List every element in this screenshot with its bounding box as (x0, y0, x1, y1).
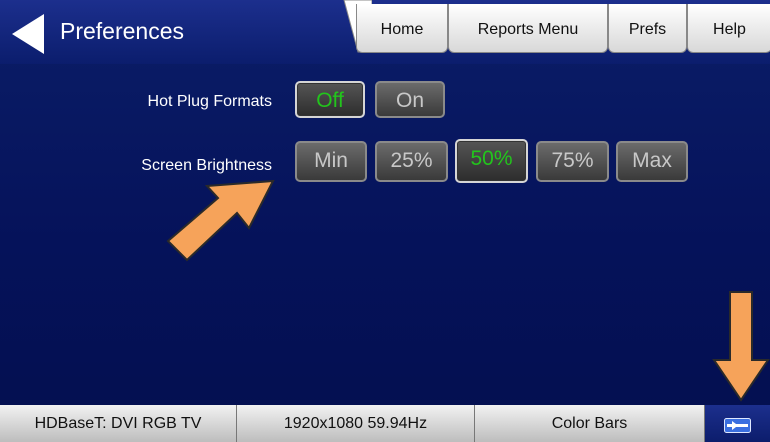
status-bar: HDBaseT: DVI RGB TV 1920x1080 59.94Hz Co… (0, 405, 770, 442)
page-title: Preferences (60, 18, 185, 44)
brightness-min-button[interactable]: Min (295, 141, 367, 182)
status-format: 1920x1080 59.94Hz (237, 405, 475, 442)
hot-plug-off-button[interactable]: Off (295, 81, 365, 118)
hot-plug-on-button[interactable]: On (375, 81, 445, 118)
tab-help[interactable]: Help (687, 4, 770, 53)
brightness-50-button[interactable]: 50% (455, 139, 528, 183)
back-arrow-icon[interactable] (10, 13, 46, 55)
top-bar: Preferences Home Reports Menu Prefs Help (0, 0, 770, 64)
annotation-arrow-status-icon (712, 291, 770, 402)
tab-home[interactable]: Home (356, 4, 448, 53)
brightness-max-button[interactable]: Max (616, 141, 688, 182)
status-interface: HDBaseT: DVI RGB TV (0, 405, 237, 442)
brightness-75-button[interactable]: 75% (536, 141, 609, 182)
device-screen: Preferences Home Reports Menu Prefs Help… (0, 0, 770, 442)
annotation-arrow-brightness (166, 179, 275, 262)
tab-prefs[interactable]: Prefs (608, 4, 687, 53)
status-pattern: Color Bars (475, 405, 705, 442)
hot-plug-formats-label: Hot Plug Formats (147, 93, 272, 110)
usb-plug-icon[interactable] (724, 418, 751, 433)
screen-brightness-label: Screen Brightness (141, 157, 272, 174)
brightness-25-button[interactable]: 25% (375, 141, 448, 182)
tab-reports-menu[interactable]: Reports Menu (448, 4, 608, 53)
